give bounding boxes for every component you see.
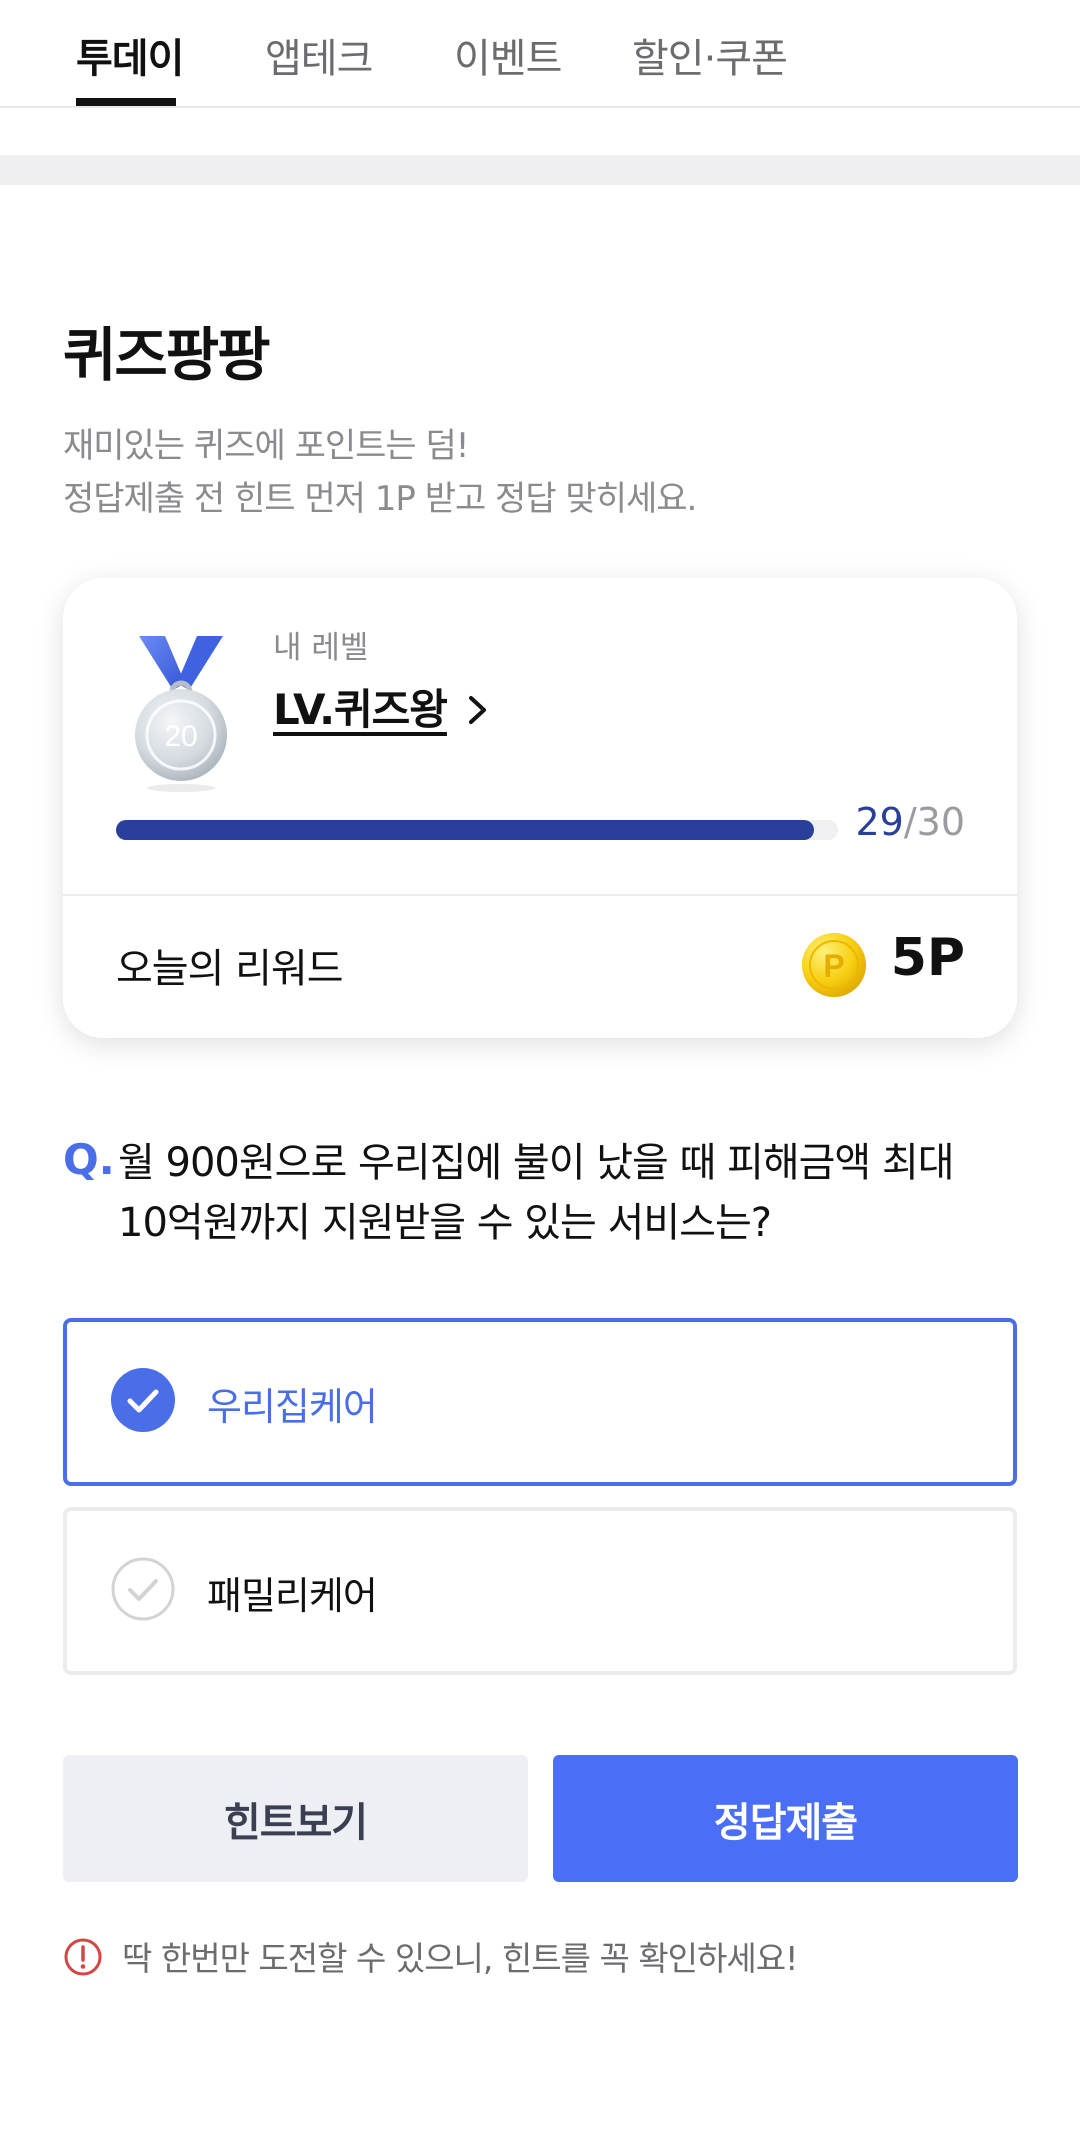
silver-medal-icon: 20 (135, 636, 227, 792)
progress-separator: / (903, 800, 917, 844)
question-line2: 10억원까지 지원받을 수 있는 서비스는? (118, 1200, 772, 1246)
checked-circle-icon (111, 1368, 175, 1432)
today-reward-value: 5P (890, 928, 965, 988)
active-tab-indicator (76, 98, 176, 106)
question-line1: 월 900원으로 우리집에 불이 났을 때 피해금액 최대 (118, 1140, 955, 1186)
tab-apptech[interactable]: 앱테크 (265, 26, 373, 84)
level-progress-bar (116, 820, 838, 840)
answer-option-2[interactable]: 패밀리케어 (63, 1507, 1017, 1675)
level-name-link[interactable]: LV.퀴즈왕 (273, 676, 448, 737)
question-marker: Q. (63, 1135, 115, 1184)
chevron-right-icon[interactable] (465, 690, 491, 730)
unchecked-circle-icon (111, 1557, 175, 1621)
quiz-description-line2: 정답제출 전 힌트 먼저 1P 받고 정답 맞히세요. (63, 479, 697, 519)
top-tab-bar: 투데이 앱테크 이벤트 할인·쿠폰 (0, 0, 1080, 108)
answer-option-1[interactable]: 우리집케어 (63, 1318, 1017, 1486)
svg-text:P: P (823, 948, 844, 984)
level-progress-count: 29/30 (855, 800, 965, 844)
tab-today[interactable]: 투데이 (76, 26, 184, 84)
submit-answer-button[interactable]: 정답제출 (553, 1755, 1018, 1882)
quiz-description-line1: 재미있는 퀴즈에 포인트는 덤! (63, 426, 469, 466)
one-chance-warning: 딱 한번만 도전할 수 있으니, 힌트를 꼭 확인하세요! (122, 1939, 798, 1978)
hint-button[interactable]: 힌트보기 (63, 1755, 528, 1882)
gold-coin-icon: P (802, 933, 866, 997)
quiz-description: 재미있는 퀴즈에 포인트는 덤! 정답제출 전 힌트 먼저 1P 받고 정답 맞… (63, 420, 697, 526)
question-text: 월 900원으로 우리집에 불이 났을 때 피해금액 최대 10억원까지 지원받… (118, 1133, 1018, 1253)
medal-number: 20 (164, 720, 197, 753)
exclamation-circle-icon (64, 1938, 102, 1976)
tab-event[interactable]: 이벤트 (454, 26, 562, 84)
my-level-label: 내 레벨 (273, 630, 369, 666)
level-progress-fill (116, 820, 815, 840)
card-divider (63, 894, 1017, 896)
answer-option-1-label: 우리집케어 (207, 1385, 378, 1429)
quiz-title: 퀴즈팡팡 (63, 321, 270, 389)
today-reward-label: 오늘의 리워드 (116, 946, 344, 992)
section-divider-band (0, 155, 1080, 185)
tab-discount-coupon[interactable]: 할인·쿠폰 (632, 26, 788, 84)
level-card: 20 내 레벨 LV.퀴즈왕 29/30 오늘의 리워드 P 5P (63, 578, 1017, 1038)
progress-current: 29 (855, 800, 904, 844)
progress-total: 30 (916, 800, 965, 844)
answer-option-2-label: 패밀리케어 (207, 1574, 378, 1618)
